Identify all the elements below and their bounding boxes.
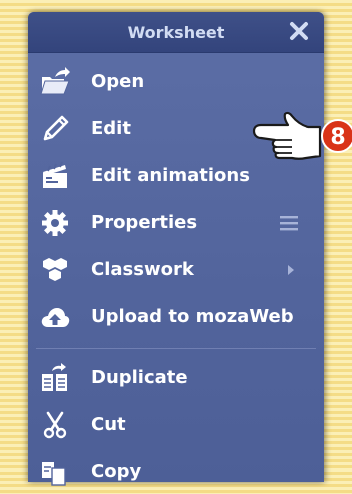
- duplicate-icon: [42, 363, 67, 391]
- menu-item-classwork[interactable]: Classwork: [28, 248, 324, 292]
- menu-divider: [36, 348, 316, 349]
- menu-item-label: Duplicate: [91, 367, 188, 388]
- menu-title: Worksheet: [127, 23, 225, 42]
- menu-item-cut[interactable]: Cut: [28, 403, 324, 447]
- pointing-hand-callout: 8: [252, 111, 352, 160]
- copy-icon: [42, 462, 66, 486]
- menu-item-duplicate[interactable]: Duplicate: [28, 356, 324, 400]
- hamburger-icon[interactable]: [280, 215, 298, 231]
- menu-item-upload[interactable]: Upload to mozaWeb: [28, 295, 324, 339]
- pointing-hand-icon: [252, 111, 322, 160]
- pencil-icon: [43, 115, 69, 141]
- scissors-icon: [43, 411, 67, 439]
- folder-open-icon: [40, 67, 70, 95]
- clapperboard-icon: [43, 161, 67, 188]
- menu-header: Worksheet: [28, 12, 324, 53]
- menu-item-label: Cut: [91, 414, 126, 435]
- submenu-arrow-icon: [288, 265, 294, 275]
- close-icon[interactable]: [286, 18, 312, 44]
- cloud-upload-icon: [41, 308, 70, 327]
- menu-item-label: Classwork: [91, 259, 194, 280]
- menu-item-label: Edit animations: [91, 165, 250, 186]
- menu-item-copy[interactable]: Copy: [28, 450, 324, 494]
- menu-item-label: Copy: [91, 461, 142, 482]
- context-menu: Worksheet Open Edit Edit animations Prop…: [28, 12, 324, 486]
- menu-item-properties[interactable]: Properties: [28, 201, 324, 245]
- step-number: 8: [330, 125, 345, 150]
- menu-item-label: Edit: [91, 118, 131, 139]
- gear-icon: [42, 210, 68, 236]
- menu-item-label: Open: [91, 71, 145, 92]
- menu-item-label: Properties: [91, 212, 198, 233]
- menu-item-label: Upload to mozaWeb: [91, 306, 294, 327]
- group-icon: [43, 258, 67, 281]
